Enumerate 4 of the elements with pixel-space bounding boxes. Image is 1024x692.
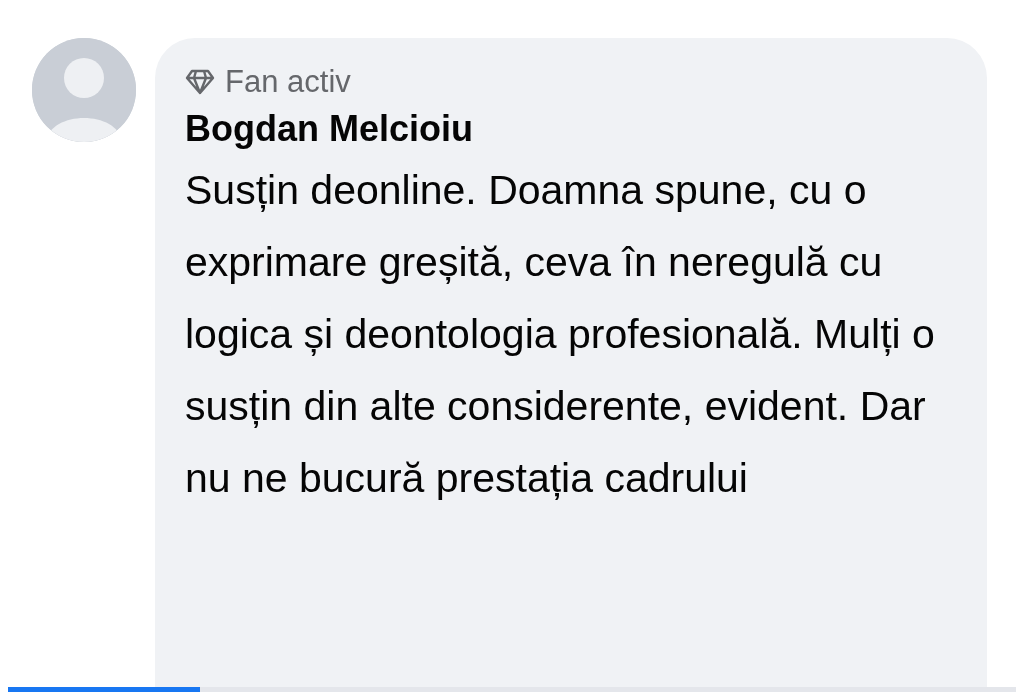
diamond-icon bbox=[185, 69, 215, 95]
author-name[interactable]: Bogdan Melcioiu bbox=[185, 108, 957, 150]
fan-badge-label: Fan activ bbox=[225, 64, 351, 100]
comment-text: Susțin deonline. Doamna spune, cu o exprimare greșită, ceva în neregulă cu logica și deontologia profesională. Mulți o susțin din alte considerente, evident. Dar nu ne bucură prestația cadrului bbox=[185, 166, 936, 503]
